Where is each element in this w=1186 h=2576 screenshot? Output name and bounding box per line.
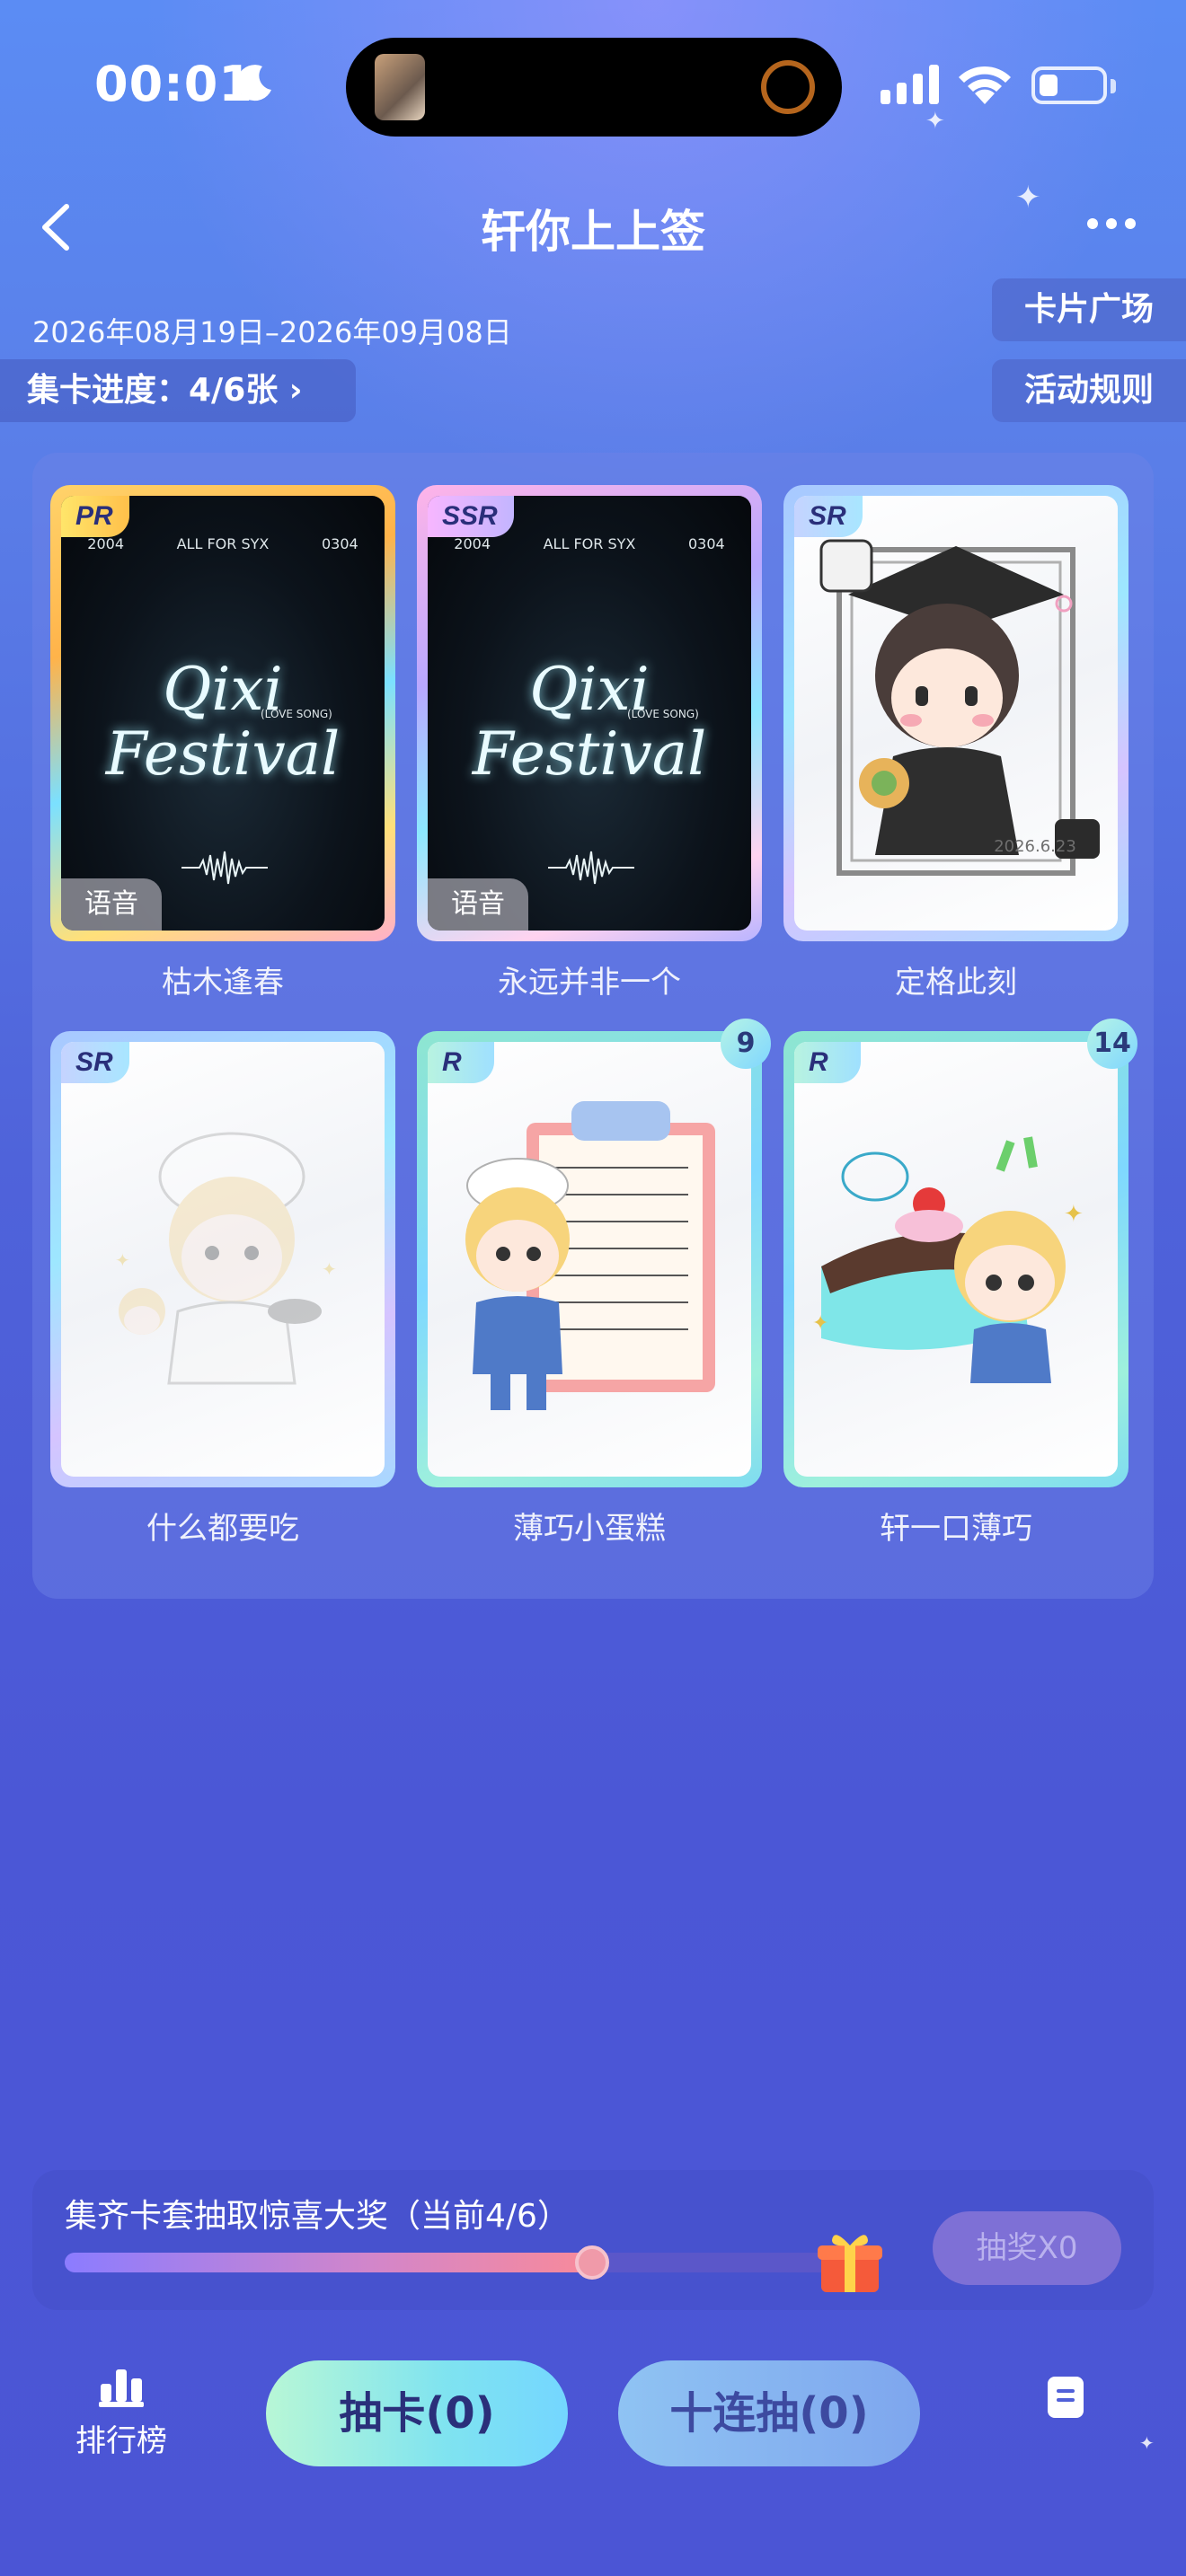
card-item[interactable]: R: [417, 1031, 762, 1487]
card-art-tag: (LOVE SONG): [261, 708, 332, 720]
battery-icon: [1031, 66, 1107, 104]
ten-draw-button[interactable]: 十连抽(0): [618, 2360, 920, 2466]
card-item[interactable]: 2004 ALL FOR SYX 0304 Qixi Festival (LOV…: [50, 485, 395, 941]
event-date-range: 2026年08月19日–2026年09月08日: [32, 315, 512, 349]
card-artwork: [428, 1042, 751, 1477]
leaderboard-icon: [99, 2369, 144, 2407]
cellular-signal-icon: [881, 65, 939, 104]
card-artwork: 2026.6.23: [794, 496, 1118, 931]
voice-tag: 语音: [61, 878, 162, 931]
card-meta-text: 0304: [687, 535, 725, 552]
card-name: 永远并非一个: [498, 965, 681, 1001]
wifi-icon: [959, 66, 1011, 104]
draw-card-button[interactable]: 抽卡(0): [266, 2360, 568, 2466]
card-art-date: 2026.6.23: [994, 837, 1076, 856]
moon-icon: [236, 65, 271, 101]
prize-progress-bar: [65, 2245, 855, 2280]
leaderboard-label: 排行榜: [75, 2423, 167, 2459]
svg-text:✦: ✦: [322, 1258, 337, 1280]
battery-tip: [1111, 79, 1116, 93]
sparkle-decoration: ✦: [925, 108, 945, 135]
card-meta-text: 2004: [87, 535, 125, 552]
leaderboard-button[interactable]: 排行榜: [54, 2368, 189, 2460]
card-artwork: 2004 ALL FOR SYX 0304 Qixi Festival (LOV…: [428, 496, 751, 931]
card-count-badge: 14: [1087, 1019, 1137, 1069]
rarity-badge: SSR: [428, 496, 514, 537]
art-subtitle-line: Festival: [472, 719, 707, 789]
svg-text:✦: ✦: [1064, 1201, 1084, 1228]
card-item[interactable]: ✦ ✦ SR: [50, 1031, 395, 1487]
card-item[interactable]: 2026.6.23 SR: [783, 485, 1128, 941]
sound-wave-icon: [548, 851, 634, 885]
art-subtitle-line: Festival: [105, 719, 341, 789]
card-name: 薄巧小蛋糕: [513, 1511, 666, 1547]
rarity-badge: PR: [61, 496, 129, 537]
svg-text:✦: ✦: [115, 1249, 130, 1271]
sound-wave-icon: [181, 851, 268, 885]
progress-knob: [574, 2245, 609, 2280]
rarity-badge: SR: [794, 496, 863, 537]
chevron-right-icon: ›: [288, 372, 303, 409]
card-item[interactable]: 2004 ALL FOR SYX 0304 Qixi Festival (LOV…: [417, 485, 762, 941]
page-title: 轩你上上签: [481, 206, 705, 258]
svg-text:✦: ✦: [812, 1312, 828, 1335]
card-item[interactable]: ✦ ✦ R: [783, 1031, 1128, 1487]
card-meta-text: ALL FOR SYX: [176, 535, 270, 552]
sparkle-decoration: ✦: [1015, 180, 1041, 216]
card-name: 定格此刻: [895, 965, 1017, 1001]
card-art-tag: (LOVE SONG): [627, 708, 699, 720]
dot-icon: [1106, 218, 1117, 229]
document-icon[interactable]: [1048, 2377, 1084, 2418]
dot-icon: [1087, 218, 1098, 229]
lottery-button[interactable]: 抽奖X0: [933, 2211, 1121, 2285]
prize-progress-fill: [65, 2253, 592, 2272]
card-name: 枯木逢春: [162, 965, 284, 1001]
card-artwork: ✦ ✦: [61, 1042, 385, 1477]
card-meta-text: 0304: [321, 535, 358, 552]
now-playing-thumbnail: [375, 54, 425, 120]
card-count-badge: 9: [721, 1019, 771, 1069]
card-plaza-button[interactable]: 卡片广场: [992, 278, 1186, 341]
card-name: 什么都要吃: [146, 1511, 299, 1547]
sparkle-decoration: ✦: [1139, 2432, 1155, 2454]
rarity-badge: R: [794, 1042, 861, 1083]
more-options-button[interactable]: [1087, 218, 1136, 229]
card-meta-text: 2004: [454, 535, 491, 552]
rarity-badge: SR: [61, 1042, 129, 1083]
cake-chibi-illustration: ✦ ✦: [812, 1136, 1084, 1383]
gift-icon[interactable]: [816, 2228, 884, 2296]
dot-icon: [1125, 218, 1136, 229]
collection-progress-button[interactable]: 集卡进度：4/6张 ›: [0, 359, 356, 422]
dynamic-island[interactable]: [346, 38, 842, 137]
voice-tag: 语音: [428, 878, 528, 931]
collection-progress-label: 集卡进度：4/6张: [27, 372, 279, 409]
card-artwork: 2004 ALL FOR SYX 0304 Qixi Festival (LOV…: [61, 496, 385, 931]
card-meta-text: ALL FOR SYX: [543, 535, 636, 552]
card-artwork: ✦ ✦: [794, 1042, 1118, 1477]
clipboard-chibi-illustration: [465, 1101, 715, 1410]
card-art-title: Qixi Festival: [61, 657, 385, 787]
graduation-chibi-illustration: 2026.6.23: [819, 539, 1100, 876]
activity-rules-button[interactable]: 活动规则: [992, 359, 1186, 422]
status-time: 00:01: [94, 56, 253, 112]
activity-ring-icon: [761, 60, 815, 114]
card-name: 轩一口薄巧: [880, 1511, 1032, 1547]
prize-progress-text: 集齐卡套抽取惊喜大奖（当前4/6）: [65, 2198, 570, 2235]
chef-chibi-illustration: ✦ ✦: [115, 1132, 337, 1385]
card-art-title: Qixi Festival: [428, 657, 751, 787]
rarity-badge: R: [428, 1042, 494, 1083]
